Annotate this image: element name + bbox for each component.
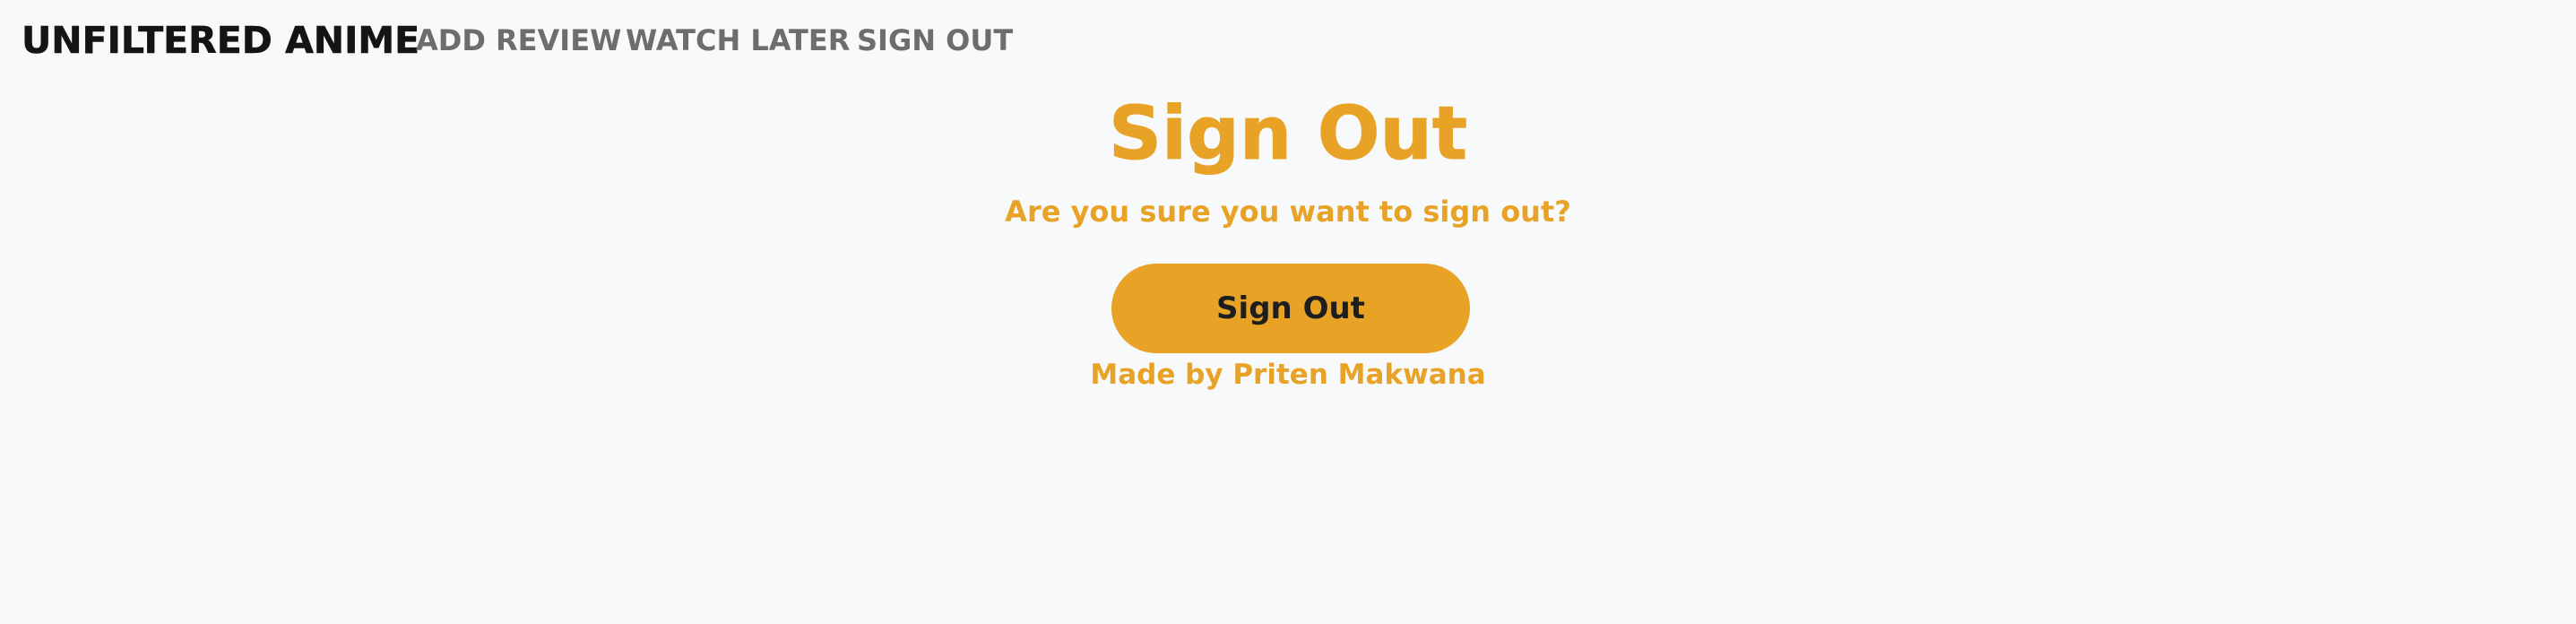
nav-link-sign-out[interactable]: SIGN OUT (857, 22, 1013, 58)
navbar: UNFILTERED ANIME ADD REVIEW WATCH LATER … (0, 0, 2576, 81)
confirmation-text: Are you sure you want to sign out? (1005, 195, 1571, 229)
page-title: Sign Out (1108, 91, 1468, 178)
brand-logo-link[interactable]: UNFILTERED ANIME (22, 19, 420, 63)
author-credit: Made by Priten Makwana (1090, 359, 1486, 391)
nav-link-watch-later[interactable]: WATCH LATER (626, 22, 850, 58)
nav-link-add-review[interactable]: ADD REVIEW (416, 22, 621, 58)
sign-out-button[interactable]: Sign Out (1111, 264, 1470, 353)
